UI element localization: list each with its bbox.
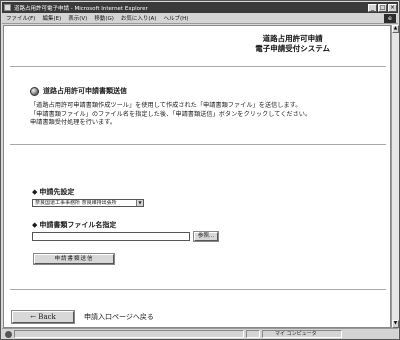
browser-window: 道路占用許可電子申請 - Microsoft Internet Explorer…: [0, 0, 400, 340]
page-header: 道路占用許可申請 電子申請受付システム: [255, 34, 330, 54]
divider: [10, 66, 386, 67]
header-line-1: 道路占用許可申請: [262, 34, 323, 43]
file-name-input[interactable]: [32, 232, 190, 241]
menu-bar: ファイル(F) 編集(E) 表示(V) 移動(G) お気に入り(A) ヘルプ(H…: [2, 13, 398, 24]
diamond-bullet-icon: ◆: [32, 221, 38, 229]
header-line-2: 電子申請受付システム: [255, 44, 330, 53]
description-line: 「道路占用許可申請書類作成ツール」を使用して作成された「申請書類ファイル」を送信…: [30, 102, 302, 109]
maximize-button[interactable]: □: [378, 3, 387, 12]
diamond-bullet-icon: ◆: [32, 188, 38, 196]
description-line: 申請書類受付処理を行います。: [30, 119, 117, 126]
file-label: ◆ 申請書類ファイル名指定: [32, 221, 117, 229]
menu-view[interactable]: 表示(V): [68, 14, 87, 22]
menu-help[interactable]: ヘルプ(H): [163, 14, 188, 22]
menu-favorites[interactable]: お気に入り(A): [121, 14, 157, 22]
title-bar: 道路占用許可電子申請 - Microsoft Internet Explorer…: [2, 2, 398, 13]
browse-button[interactable]: 参照...: [193, 231, 219, 242]
globe-icon: [30, 86, 39, 96]
destination-selected-value: 奈良国道工事事務所 奈良維持出張所: [35, 200, 117, 206]
vertical-scrollbar[interactable]: ▲ ▼: [391, 25, 399, 328]
divider: [10, 144, 386, 145]
ie-throbber-icon: e: [384, 14, 396, 23]
destination-label: ◆ 申請先設定: [32, 188, 75, 196]
description: 「道路占用許可申請書類作成ツール」を使用して作成された「申請書類ファイル」を送信…: [30, 102, 360, 128]
back-button[interactable]: ← Back: [11, 310, 75, 324]
ie-icon: [4, 4, 11, 11]
back-description: 申請入口ページへ戻る: [84, 313, 154, 321]
divider: [10, 289, 386, 290]
description-line: 「申請書類ファイル」のファイル名を指定した後、「申請書類送信」ボタンをクリックし…: [30, 110, 312, 118]
status-segment: [246, 330, 260, 338]
chevron-down-icon[interactable]: ▼: [136, 200, 143, 206]
menu-go[interactable]: 移動(G): [94, 14, 114, 22]
minimize-button[interactable]: _: [368, 3, 377, 12]
close-button[interactable]: ×: [388, 3, 397, 12]
security-zone: マイ コンピュータ: [262, 330, 342, 338]
submit-button[interactable]: 申請書類送信: [33, 253, 115, 265]
destination-select[interactable]: 奈良国道工事事務所 奈良維持出張所 ▼: [32, 199, 144, 207]
menu-edit[interactable]: 編集(E): [42, 14, 61, 22]
status-bar: マイ コンピュータ: [2, 328, 398, 339]
section-title: 道路占用許可申請書類送信: [43, 87, 127, 95]
page-content: 道路占用許可申請 電子申請受付システム 道路占用許可申請書類送信 「道路占用許可…: [3, 25, 391, 328]
scroll-up-icon[interactable]: ▲: [392, 25, 399, 33]
page-status-icon: [5, 330, 12, 338]
section-heading: 道路占用許可申請書類送信: [30, 86, 127, 96]
scroll-down-icon[interactable]: ▼: [392, 320, 399, 328]
status-text-area: [14, 330, 244, 338]
menu-file[interactable]: ファイル(F): [6, 14, 35, 22]
window-title: 道路占用許可電子申請 - Microsoft Internet Explorer: [14, 5, 148, 12]
